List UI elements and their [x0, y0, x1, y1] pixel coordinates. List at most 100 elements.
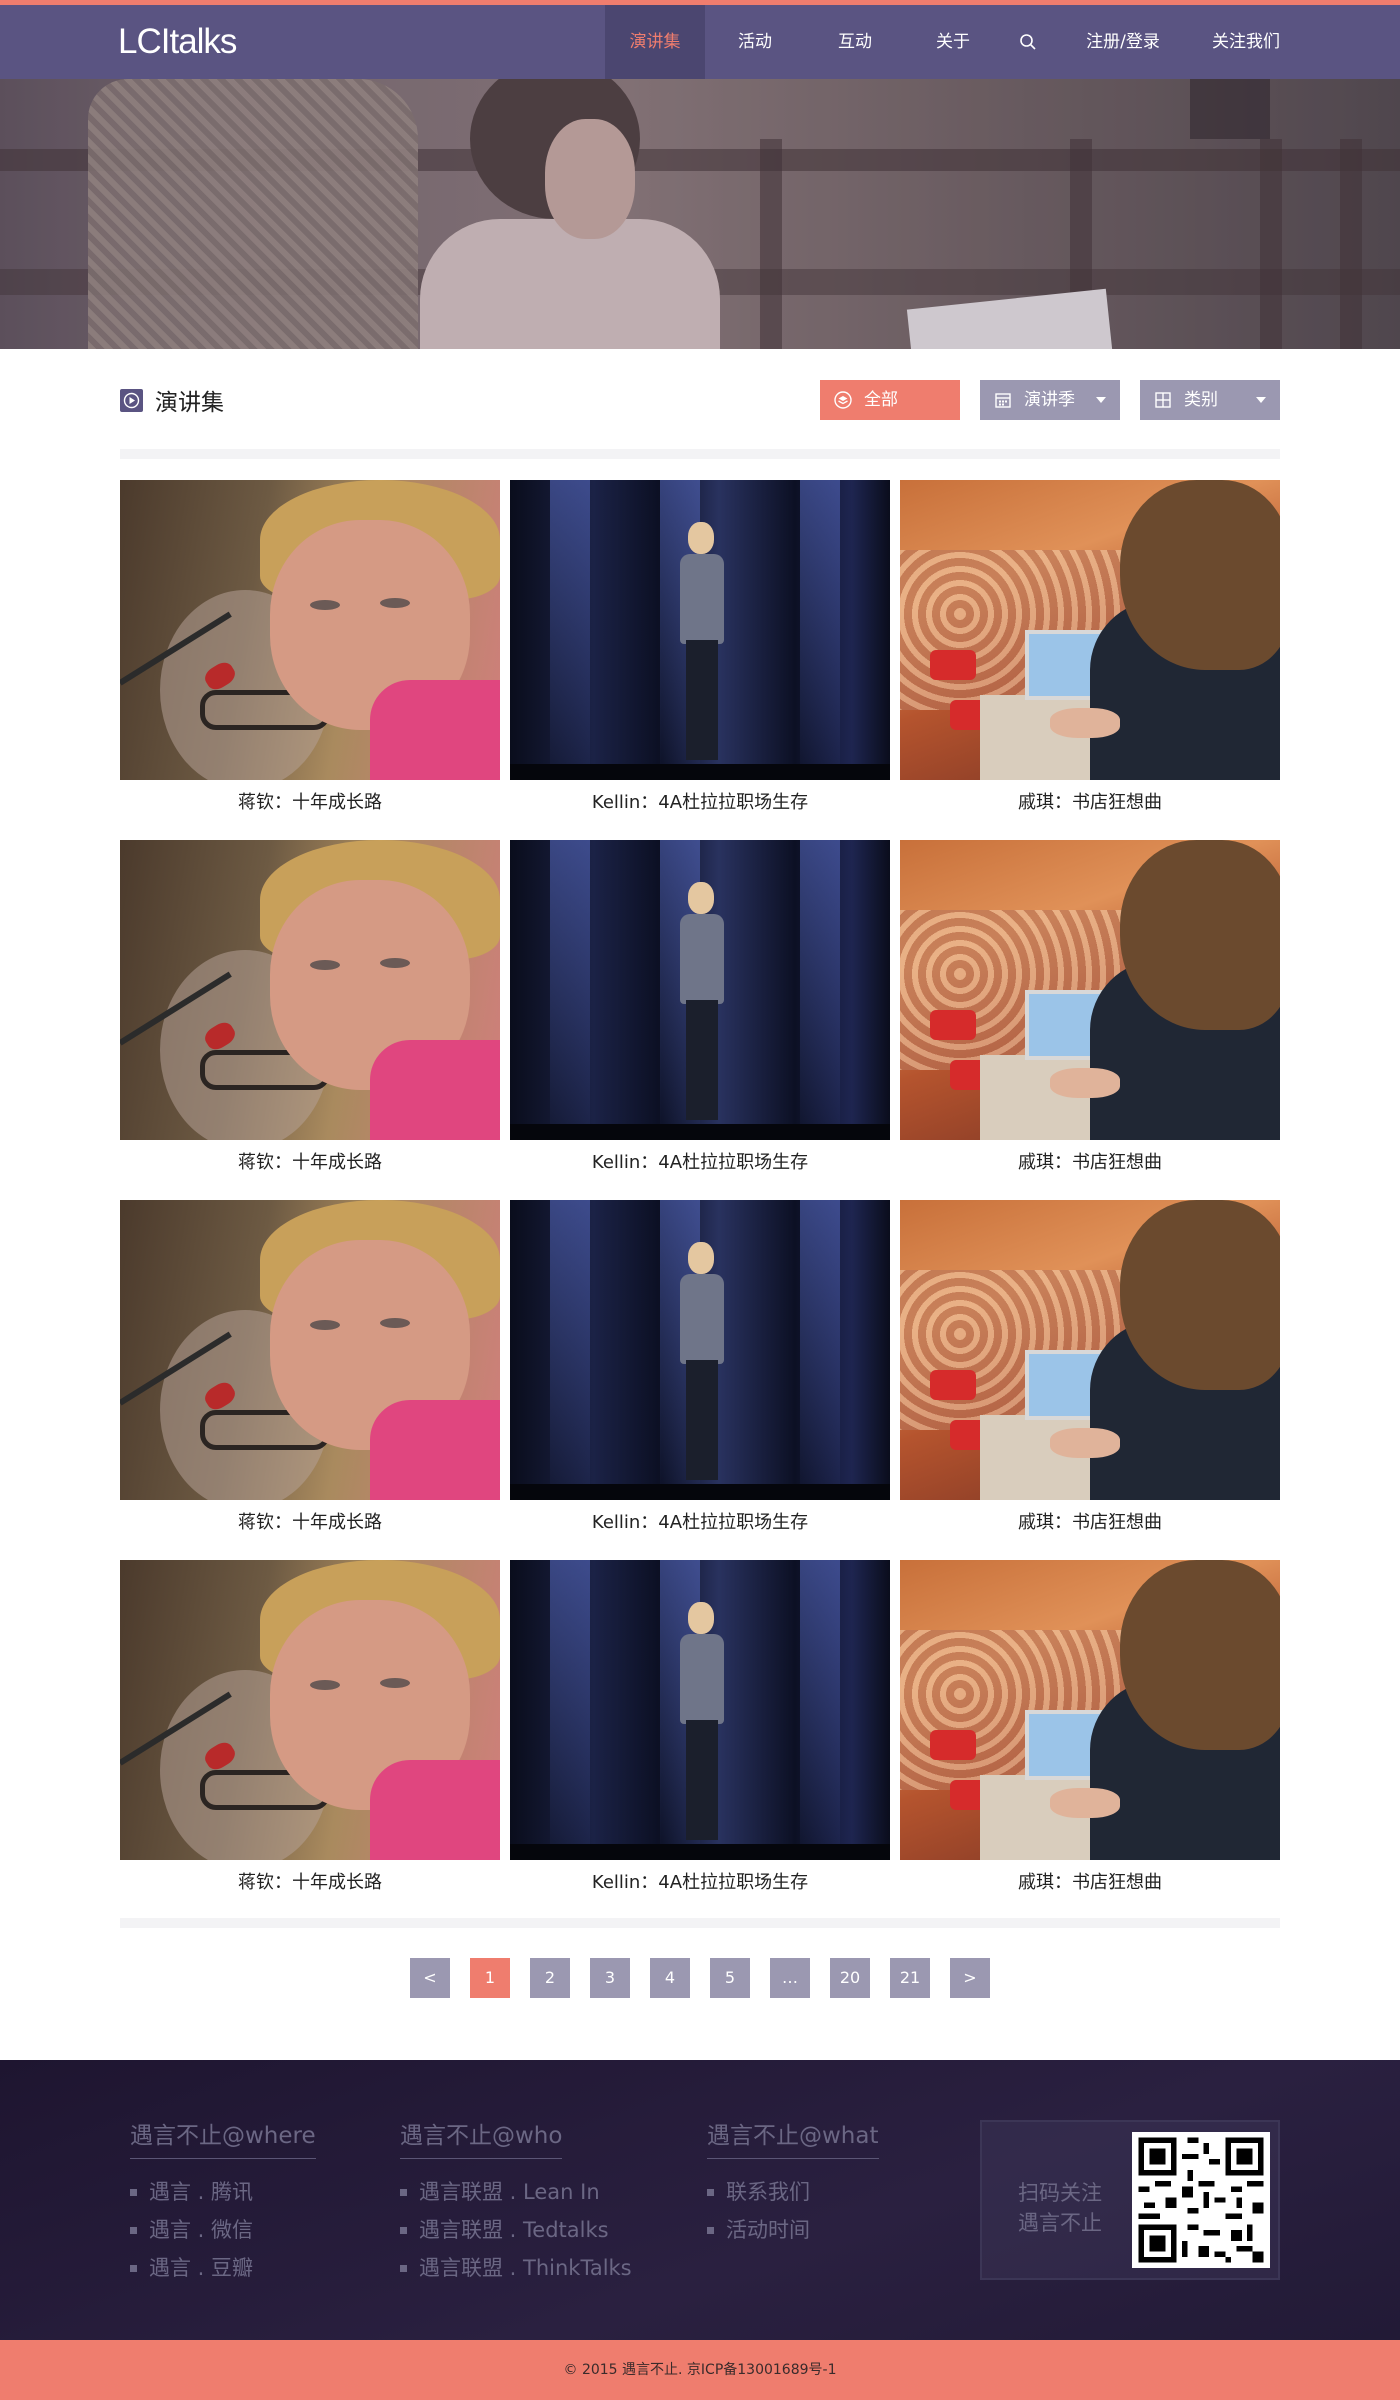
talk-thumbnail[interactable] — [120, 840, 500, 1140]
bullet-icon — [400, 2188, 407, 2196]
talk-thumbnail[interactable] — [510, 840, 890, 1140]
footer-link[interactable]: 遇言 . 腾讯 — [130, 2173, 316, 2211]
talk-card[interactable]: 戚琪：书店狂想曲 — [900, 480, 1280, 820]
talk-card[interactable]: 戚琪：书店狂想曲 — [900, 1560, 1280, 1900]
talk-thumbnail[interactable] — [120, 480, 500, 780]
page-button-4[interactable]: 4 — [650, 1958, 690, 1998]
section-title: 演讲集 — [120, 380, 224, 420]
bullet-icon — [130, 2188, 137, 2196]
navbar: LCItalks 演讲集 活动 互动 关于 注册/登录 关注我们 — [0, 5, 1400, 79]
page-button-5[interactable]: 5 — [710, 1958, 750, 1998]
main-nav: 演讲集 活动 互动 关于 注册/登录 关注我们 — [605, 5, 1301, 79]
play-circle-icon — [120, 388, 143, 412]
page-button-20[interactable]: 20 — [830, 1958, 870, 1998]
filter-season-label: 演讲季 — [1024, 390, 1075, 410]
footer-link[interactable]: 联系我们 — [707, 2173, 879, 2211]
nav-item-interact[interactable]: 互动 — [805, 5, 905, 79]
qr-caption: 扫码关注 遇言不止 — [1018, 2181, 1102, 2235]
nav-item-events[interactable]: 活动 — [705, 5, 805, 79]
bullet-icon — [130, 2264, 137, 2272]
talk-card[interactable]: 戚琪：书店狂想曲 — [900, 840, 1280, 1180]
talk-card[interactable]: 戚琪：书店狂想曲 — [900, 1200, 1280, 1540]
footer-link[interactable]: 遇言联盟 . ThinkTalks — [400, 2249, 632, 2287]
page-next-button[interactable]: > — [950, 1958, 990, 1998]
talk-thumbnail[interactable] — [120, 1200, 500, 1500]
talk-card[interactable]: Kellin：4A杜拉拉职场生存 — [510, 1200, 890, 1540]
talk-caption[interactable]: 戚琪：书店狂想曲 — [900, 788, 1280, 818]
footer-column-where: 遇言不止@where 遇言 . 腾讯 遇言 . 微信 遇言 . 豆瓣 — [130, 2116, 316, 2287]
hero-banner — [0, 79, 1400, 349]
talk-card[interactable]: 蒋钦：十年成长路 — [120, 1200, 500, 1540]
bullet-icon — [400, 2264, 407, 2272]
talk-card[interactable]: 蒋钦：十年成长路 — [120, 840, 500, 1180]
bullet-icon — [400, 2226, 407, 2234]
bullet-icon — [707, 2188, 714, 2196]
talk-thumbnail[interactable] — [900, 480, 1280, 780]
talk-card[interactable]: 蒋钦：十年成长路 — [120, 480, 500, 820]
filter-all-button[interactable]: 全部 — [820, 380, 960, 420]
footer-link[interactable]: 遇言 . 豆瓣 — [130, 2249, 316, 2287]
page-button-21[interactable]: 21 — [890, 1958, 930, 1998]
footer-link[interactable]: 遇言 . 微信 — [130, 2211, 316, 2249]
nav-item-follow[interactable]: 关注我们 — [1191, 5, 1301, 79]
bullet-icon — [130, 2226, 137, 2234]
talk-caption[interactable]: 蒋钦：十年成长路 — [120, 788, 500, 818]
talk-thumbnail[interactable] — [900, 840, 1280, 1140]
chevron-down-icon — [1096, 397, 1106, 403]
filter-category-label: 类别 — [1184, 390, 1218, 410]
filter-category-dropdown[interactable]: 类别 — [1140, 380, 1280, 420]
footer-column-who: 遇言不止@who 遇言联盟 . Lean In 遇言联盟 . Tedtalks … — [400, 2116, 632, 2287]
talk-caption[interactable]: 戚琪：书店狂想曲 — [900, 1508, 1280, 1538]
footer-link[interactable]: 活动时间 — [707, 2211, 879, 2249]
nav-item-talks[interactable]: 演讲集 — [605, 5, 705, 79]
divider-bottom — [120, 1918, 1280, 1928]
copyright-bar: © 2015 遇言不止. 京ICP备13001689号-1 — [0, 2340, 1400, 2400]
talk-card[interactable]: Kellin：4A杜拉拉职场生存 — [510, 1560, 890, 1900]
talk-thumbnail[interactable] — [120, 1560, 500, 1860]
nav-search-button[interactable] — [1001, 5, 1055, 79]
page-prev-button[interactable]: < — [410, 1958, 450, 1998]
section-header: 演讲集 全部 演讲季 类别 — [120, 380, 1280, 420]
page-button-1[interactable]: 1 — [470, 1958, 510, 1998]
footer-column-what: 遇言不止@what 联系我们 活动时间 — [707, 2116, 879, 2249]
talk-thumbnail[interactable] — [900, 1560, 1280, 1860]
footer-link[interactable]: 遇言联盟 . Tedtalks — [400, 2211, 632, 2249]
page-ellipsis: … — [770, 1958, 810, 1998]
talk-caption[interactable]: 蒋钦：十年成长路 — [120, 1868, 500, 1898]
calendar-icon — [994, 391, 1012, 409]
footer-column-title: 遇言不止@where — [130, 2116, 316, 2159]
footer: 遇言不止@where 遇言 . 腾讯 遇言 . 微信 遇言 . 豆瓣 遇言不止@… — [0, 2060, 1400, 2340]
talk-caption[interactable]: Kellin：4A杜拉拉职场生存 — [510, 1508, 890, 1538]
layers-icon — [834, 391, 852, 409]
bullet-icon — [707, 2226, 714, 2234]
talk-thumbnail[interactable] — [900, 1200, 1280, 1500]
talk-caption[interactable]: Kellin：4A杜拉拉职场生存 — [510, 788, 890, 818]
talk-card[interactable]: Kellin：4A杜拉拉职场生存 — [510, 480, 890, 820]
talk-thumbnail[interactable] — [510, 1560, 890, 1860]
talk-caption[interactable]: Kellin：4A杜拉拉职场生存 — [510, 1148, 890, 1178]
talk-caption[interactable]: 蒋钦：十年成长路 — [120, 1148, 500, 1178]
section-title-text: 演讲集 — [155, 390, 224, 416]
talk-caption[interactable]: 戚琪：书店狂想曲 — [900, 1148, 1280, 1178]
grid-icon — [1154, 391, 1172, 409]
nav-item-login[interactable]: 注册/登录 — [1055, 5, 1191, 79]
talk-caption[interactable]: Kellin：4A杜拉拉职场生存 — [510, 1868, 890, 1898]
talk-card[interactable]: Kellin：4A杜拉拉职场生存 — [510, 840, 890, 1180]
footer-link[interactable]: 遇言联盟 . Lean In — [400, 2173, 632, 2211]
divider-top — [120, 449, 1280, 459]
talk-caption[interactable]: 蒋钦：十年成长路 — [120, 1508, 500, 1538]
footer-column-title: 遇言不止@what — [707, 2116, 879, 2159]
talk-thumbnail[interactable] — [510, 1200, 890, 1500]
footer-column-title: 遇言不止@who — [400, 2116, 563, 2159]
page-button-3[interactable]: 3 — [590, 1958, 630, 1998]
filter-season-dropdown[interactable]: 演讲季 — [980, 380, 1120, 420]
search-icon — [1020, 34, 1036, 50]
talk-thumbnail[interactable] — [510, 480, 890, 780]
pagination: < 1 2 3 4 5 … 20 21 > — [410, 1958, 1010, 1998]
filter-all-label: 全部 — [864, 390, 898, 410]
site-logo[interactable]: LCItalks — [118, 5, 237, 79]
nav-item-about[interactable]: 关于 — [905, 5, 1001, 79]
page-button-2[interactable]: 2 — [530, 1958, 570, 1998]
talk-card[interactable]: 蒋钦：十年成长路 — [120, 1560, 500, 1900]
talk-caption[interactable]: 戚琪：书店狂想曲 — [900, 1868, 1280, 1898]
